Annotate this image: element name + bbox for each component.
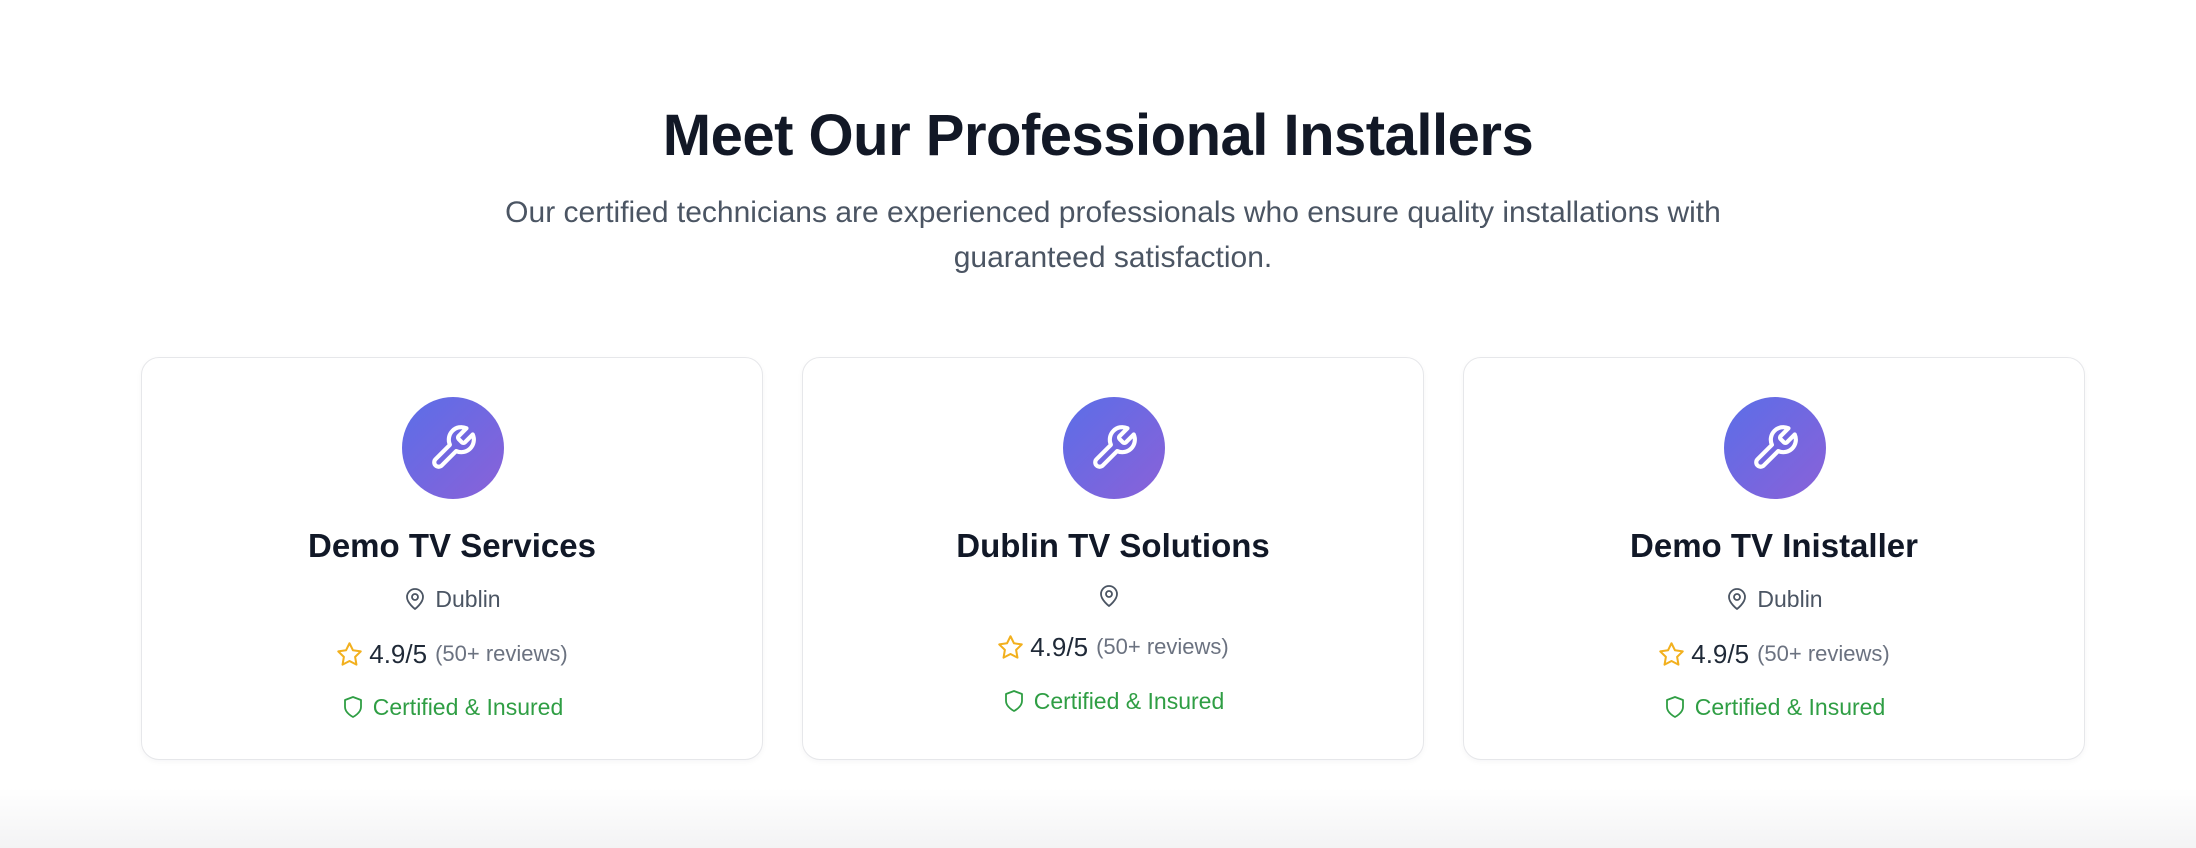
shield-icon <box>1663 695 1687 719</box>
certified-badge: Certified & Insured <box>803 684 1423 718</box>
shield-icon <box>341 695 365 719</box>
star-icon <box>336 641 363 668</box>
installer-cards: Demo TV Services Dublin 4.9/5 (50+ revie… <box>141 357 2087 762</box>
review-count: (50+ reviews) <box>435 641 568 666</box>
map-pin-icon <box>1725 587 1749 611</box>
certified-badge: Certified & Insured <box>1464 690 2084 724</box>
installer-name: Demo TV Inistaller <box>1630 527 1918 564</box>
location-text: Dublin <box>435 585 501 612</box>
installer-avatar <box>1063 397 1165 499</box>
location-text: Dublin <box>1757 585 1823 612</box>
installer-location: Dublin <box>1464 582 2084 616</box>
installer-card[interactable]: Demo TV Inistaller Dublin 4.9/5 (50+ rev… <box>1463 357 2085 760</box>
review-count: (50+ reviews) <box>1757 641 1890 666</box>
map-pin-icon <box>1097 584 1121 608</box>
installer-card[interactable]: Demo TV Services Dublin 4.9/5 (50+ revie… <box>141 357 763 760</box>
section-subtitle: Our certified technicians are experience… <box>505 196 1721 274</box>
star-icon <box>997 634 1024 661</box>
certified-text: Certified & Insured <box>1694 693 1886 720</box>
wrench-icon <box>428 423 478 473</box>
installer-location: Dublin <box>142 582 762 616</box>
rating-score: 4.9/5 <box>1691 638 1750 669</box>
installer-rating: 4.9/5 (50+ reviews) <box>1464 637 2084 671</box>
installer-rating: 4.9/5 (50+ reviews) <box>142 637 762 671</box>
review-count: (50+ reviews) <box>1096 634 1229 659</box>
installer-rating: 4.9/5 (50+ reviews) <box>803 630 1423 664</box>
installers-section: Meet Our Professional Installers Our cer… <box>0 0 2196 848</box>
map-pin-icon <box>403 587 427 611</box>
shield-icon <box>1002 689 1026 713</box>
installer-name: Dublin TV Solutions <box>956 527 1270 564</box>
rating-score: 4.9/5 <box>369 638 428 669</box>
certified-text: Certified & Insured <box>1033 687 1225 714</box>
certified-badge: Certified & Insured <box>142 690 762 724</box>
wrench-icon <box>1089 423 1139 473</box>
rating-score: 4.9/5 <box>1030 631 1089 662</box>
section-heading: Meet Our Professional Installers <box>662 103 1534 168</box>
installer-card[interactable]: Dublin TV Solutions 4.9/5 (50+ reviews) … <box>802 357 1424 760</box>
section-bottom-fade <box>0 788 2196 848</box>
wrench-icon <box>1750 423 1800 473</box>
installer-location <box>803 579 1423 613</box>
star-icon <box>1658 641 1685 668</box>
certified-text: Certified & Insured <box>372 693 564 720</box>
installer-name: Demo TV Services <box>308 527 596 564</box>
installer-avatar <box>1724 397 1826 499</box>
installer-avatar <box>402 397 504 499</box>
